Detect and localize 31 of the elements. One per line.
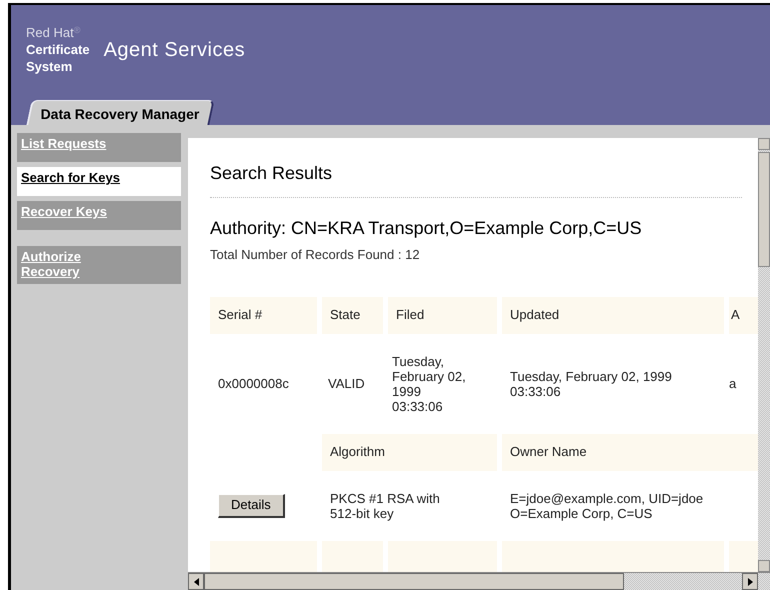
brand-text: Red Hat$^{®}$ <box>26 25 82 41</box>
table-cell-text: E=jdoe@example.com, UID=jdoe O=Example Corp, C=US <box>509 490 704 523</box>
column-header: Owner Name <box>502 434 758 470</box>
header-cell-background <box>322 540 383 572</box>
column-header: Filed <box>388 296 497 334</box>
scroll-thumb[interactable] <box>758 152 770 267</box>
column-header: State <box>322 296 383 334</box>
table-cell-text: PKCS #1 RSA with 512-bit key <box>329 490 441 523</box>
record-count: Total Number of Records Found : 12 <box>210 246 421 264</box>
table-cell-text: a <box>729 375 738 393</box>
column-header: Serial # <box>210 296 317 334</box>
scroll-left-icon[interactable] <box>188 573 204 590</box>
column-header: A <box>729 296 758 334</box>
page-heading: Search Results <box>210 162 334 185</box>
vertical-scrollbar[interactable] <box>758 138 770 572</box>
app-title: Agent Services <box>104 38 246 63</box>
scroll-thumb[interactable] <box>204 573 624 590</box>
authority-heading: Authority: CN=KRA Transport,O=Example Corp,C=US <box>210 217 643 240</box>
table-cell-text: Tuesday, February 02, 1999 03:33:06 <box>509 368 673 400</box>
horizontal-scrollbar[interactable] <box>188 572 770 590</box>
table-cell-text: VALID <box>327 375 366 393</box>
tab[interactable]: Data Recovery Manager <box>26 100 214 125</box>
table-cell-text: 0x0000008c <box>217 375 290 393</box>
brand-text: System <box>26 58 74 75</box>
brand-text: Certificate <box>26 41 90 58</box>
scroll-right-icon[interactable] <box>742 573 758 590</box>
column-header: Algorithm <box>322 434 497 470</box>
table-cell-text: Tuesday, February 02, 1999 03:33:06 <box>391 352 467 416</box>
sidebar-link[interactable]: Search for Keys <box>17 167 181 196</box>
details-button[interactable]: Details <box>218 494 285 518</box>
column-header: Updated <box>502 296 724 334</box>
